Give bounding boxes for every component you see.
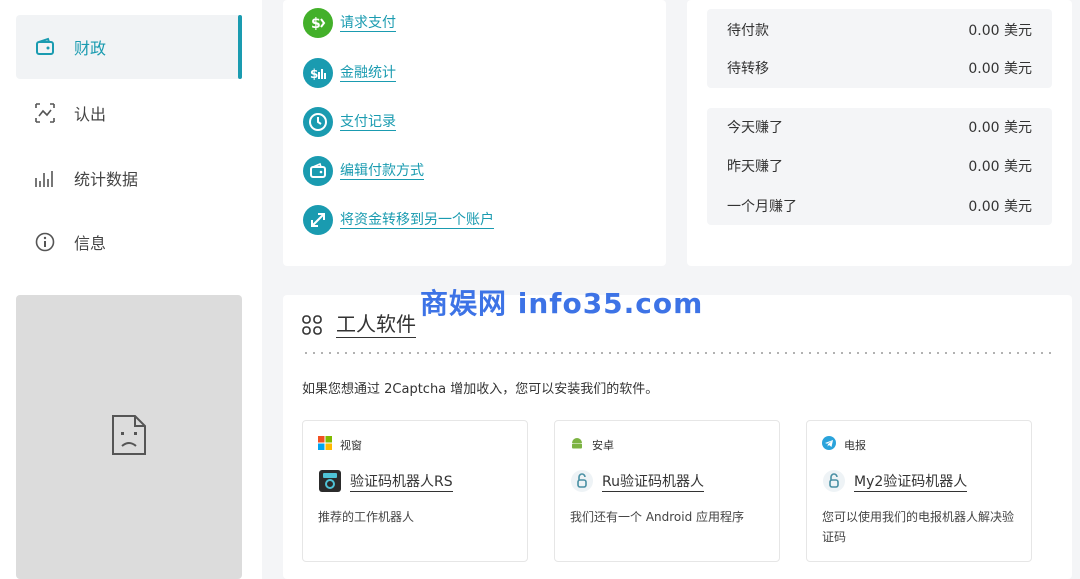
broken-image-placeholder (16, 295, 242, 579)
request-payment-link[interactable]: $ 请求支付 (303, 8, 396, 38)
clock-icon (303, 107, 333, 137)
sidebar-item-statistics[interactable]: 统计数据 (16, 146, 242, 210)
link-label: 请求支付 (340, 14, 396, 32)
telegram-icon (822, 436, 836, 453)
software-description: 如果您想通过 2Captcha 增加收入，您可以安装我们的软件。 (302, 382, 659, 397)
software-card-android: 安卓 Ru验证码机器人 我们还有一个 Android 应用程序 (554, 420, 780, 562)
link-label: 支付记录 (340, 113, 396, 131)
svg-text:$: $ (310, 67, 318, 81)
software-card-windows: 视窗 验证码机器人RS 推荐的工作机器人 (302, 420, 528, 562)
stat-value: 0.00 美元 (968, 23, 1032, 39)
software-download-link[interactable]: Ru验证码机器人 (570, 469, 704, 497)
sidebar-item-recognize[interactable]: 认出 (16, 81, 242, 145)
stat-row: 一个月赚了 0.00 美元 (727, 196, 1032, 216)
software-name: Ru验证码机器人 (602, 474, 704, 492)
stat-label: 待付款 (727, 23, 769, 39)
link-label: 金融统计 (340, 64, 396, 82)
transfer-funds-link[interactable]: 将资金转移到另一个账户 (303, 205, 494, 235)
svg-text:$: $ (311, 16, 321, 32)
stat-value: 0.00 美元 (968, 120, 1032, 136)
watermark: 商娱网 info35.com (420, 287, 704, 320)
stat-label: 昨天赚了 (727, 159, 783, 175)
edit-payment-method-link[interactable]: 编辑付款方式 (303, 156, 424, 186)
wallet-icon (303, 156, 333, 186)
finance-links-card: $ 请求支付 $ 金融统计 支付记录 编辑付款方式 将资金转移到另一个账户 (283, 0, 666, 266)
software-desc: 您可以使用我们的电报机器人解决验证码 (822, 510, 1015, 544)
platform-label: 视窗 (340, 438, 362, 452)
stat-label: 今天赚了 (727, 120, 783, 136)
stat-row: 待付款 0.00 美元 (727, 20, 1032, 40)
sidebar-item-info[interactable]: 信息 (16, 210, 242, 274)
payment-history-link[interactable]: 支付记录 (303, 107, 396, 137)
link-label: 将资金转移到另一个账户 (340, 211, 494, 229)
sidebar-item-label: 信息 (74, 234, 107, 253)
money-stats-icon: $ (303, 58, 333, 88)
dollar-icon: $ (303, 8, 333, 38)
software-download-link[interactable]: 验证码机器人RS (318, 469, 453, 497)
android-icon (570, 436, 584, 453)
stat-value: 0.00 美元 (968, 61, 1032, 77)
software-download-link[interactable]: My2验证码机器人 (822, 469, 968, 497)
robot-app-icon (318, 469, 342, 497)
stat-row: 待转移 0.00 美元 (727, 58, 1032, 78)
financial-stats-link[interactable]: $ 金融统计 (303, 58, 396, 88)
platform-label: 安卓 (592, 438, 614, 452)
sidebar-item-label: 认出 (74, 105, 107, 124)
platform-header: 视窗 (318, 436, 362, 453)
windows-icon (318, 436, 332, 453)
link-label: 编辑付款方式 (340, 162, 424, 180)
pending-balances: 待付款 0.00 美元 待转移 0.00 美元 (707, 9, 1052, 88)
dotted-divider (302, 352, 1052, 354)
sidebar-item-finance[interactable]: 财政 (16, 15, 242, 79)
stat-label: 待转移 (727, 61, 769, 77)
wallet-icon (34, 36, 56, 58)
sidebar: 财政 认出 统计数据 信息 (0, 0, 262, 579)
transfer-icon (303, 205, 333, 235)
platform-header: 电报 (822, 436, 866, 453)
software-desc: 我们还有一个 Android 应用程序 (570, 510, 745, 524)
lock-icon (570, 469, 594, 497)
software-desc: 推荐的工作机器人 (318, 510, 415, 524)
software-name: My2验证码机器人 (854, 474, 968, 492)
lock-icon (822, 469, 846, 497)
platform-header: 安卓 (570, 436, 614, 453)
software-name: 验证码机器人RS (350, 474, 453, 492)
broken-file-icon (111, 414, 147, 460)
platform-label: 电报 (844, 438, 866, 452)
info-icon (34, 231, 56, 253)
grid-icon (302, 315, 322, 339)
trend-icon (34, 102, 56, 124)
sidebar-item-label: 统计数据 (74, 170, 139, 189)
stat-row: 昨天赚了 0.00 美元 (727, 156, 1032, 176)
software-section-title[interactable]: 工人软件 (336, 311, 416, 338)
bar-chart-icon (34, 167, 56, 189)
stat-label: 一个月赚了 (727, 199, 797, 215)
stat-row: 今天赚了 0.00 美元 (727, 117, 1032, 137)
earnings-balances: 今天赚了 0.00 美元 昨天赚了 0.00 美元 一个月赚了 0.00 美元 (707, 108, 1052, 225)
software-card-telegram: 电报 My2验证码机器人 您可以使用我们的电报机器人解决验证码 (806, 420, 1032, 562)
stat-value: 0.00 美元 (968, 199, 1032, 215)
stat-value: 0.00 美元 (968, 159, 1032, 175)
sidebar-item-label: 财政 (74, 39, 107, 58)
balances-card: 待付款 0.00 美元 待转移 0.00 美元 今天赚了 0.00 美元 昨天赚… (687, 0, 1072, 266)
